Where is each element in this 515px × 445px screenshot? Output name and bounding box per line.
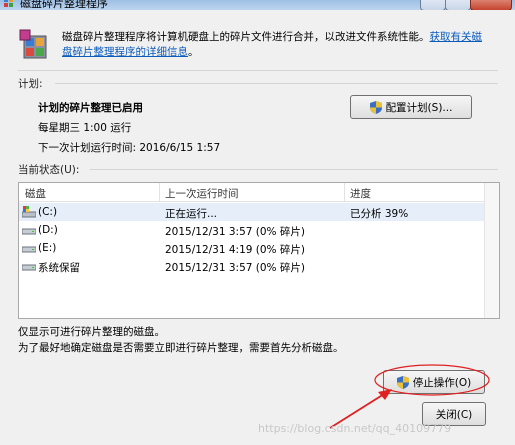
disk-name: (C:): [38, 206, 58, 218]
drive-icon: [22, 246, 36, 253]
stop-operation-button[interactable]: 停止操作(O): [383, 370, 485, 394]
footer-note-1: 仅显示可进行碎片整理的磁盘。: [18, 326, 165, 338]
header-link-suffix: 。: [188, 46, 199, 58]
window-close-button[interactable]: [470, 0, 512, 10]
configure-schedule-label: 配置计划(S)...: [385, 101, 453, 114]
defrag-window: 磁盘碎片整理程序将计算机硬盘上的碎片文件进行合并，以改进文件系统性能。获取有关磁…: [0, 10, 515, 445]
current-status-label: 当前状态(U):: [18, 164, 80, 176]
window-title: 磁盘碎片整理程序: [20, 0, 108, 10]
disk-row[interactable]: (D:) 2015/12/31 3:57 (0% 碎片): [19, 221, 499, 239]
uac-shield-icon: [369, 100, 382, 114]
watermark-text: https://blog.csdn.net/qq_40109779: [258, 422, 452, 435]
stop-operation-label: 停止操作(O): [412, 376, 472, 389]
column-header-disk[interactable]: 磁盘: [25, 186, 46, 201]
defrag-app-icon: [4, 0, 13, 7]
disk-name: (E:): [38, 242, 57, 254]
divider: [90, 169, 498, 170]
column-separator[interactable]: [344, 183, 345, 201]
disk-row[interactable]: 系统保留 2015/12/31 3:57 (0% 碎片): [19, 257, 499, 275]
disk-name: (D:): [38, 224, 58, 236]
close-button-label: 关闭(C): [435, 408, 473, 421]
divider: [55, 83, 498, 84]
uac-shield-icon: [396, 375, 409, 389]
defrag-header-icon: [19, 29, 47, 59]
disk-last-run: 正在运行...: [165, 208, 218, 220]
drive-icon: [22, 228, 36, 235]
header-description: 磁盘碎片整理程序将计算机硬盘上的碎片文件进行合并，以改进文件系统性能。获取有关磁…: [62, 30, 482, 60]
divider: [18, 70, 498, 71]
schedule-next-run: 下一次计划运行时间: 2016/6/15 1:57: [38, 142, 221, 154]
disk-last-run: 2015/12/31 3:57 (0% 碎片): [165, 226, 305, 238]
disk-list[interactable]: 磁盘 上一次运行时间 进度 (C:) 正在运行... 已分析 39% (D:) …: [18, 182, 500, 319]
disk-row[interactable]: (C:) 正在运行... 已分析 39%: [19, 203, 499, 221]
disk-list-scrollbar[interactable]: [484, 183, 499, 318]
column-header-last-run[interactable]: 上一次运行时间: [165, 186, 239, 201]
schedule-status: 计划的碎片整理已启用: [38, 102, 143, 114]
disk-last-run: 2015/12/31 3:57 (0% 碎片): [165, 262, 305, 274]
system-drive-icon: [22, 206, 36, 218]
schedule-frequency: 每星期三 1:00 运行: [38, 122, 132, 134]
disk-progress: 已分析 39%: [350, 208, 409, 220]
maximize-button[interactable]: [445, 0, 471, 10]
column-separator[interactable]: [159, 183, 160, 201]
disk-name: 系统保留: [38, 262, 80, 274]
minimize-button[interactable]: [420, 0, 446, 10]
disk-last-run: 2015/12/31 4:19 (0% 碎片): [165, 244, 305, 256]
disk-row[interactable]: (E:) 2015/12/31 4:19 (0% 碎片): [19, 239, 499, 257]
configure-schedule-button[interactable]: 配置计划(S)...: [350, 95, 472, 119]
title-bar: 磁盘碎片整理程序: [0, 0, 515, 10]
footer-note-2: 为了最好地确定磁盘是否需要立即进行碎片整理，需要首先分析磁盘。: [18, 342, 344, 354]
disk-list-header: 磁盘 上一次运行时间 进度: [19, 183, 499, 202]
drive-icon: [22, 264, 36, 271]
schedule-section-label: 计划:: [18, 78, 43, 90]
column-header-progress[interactable]: 进度: [350, 186, 371, 201]
header-description-text: 磁盘碎片整理程序将计算机硬盘上的碎片文件进行合并，以改进文件系统性能。: [62, 31, 430, 43]
